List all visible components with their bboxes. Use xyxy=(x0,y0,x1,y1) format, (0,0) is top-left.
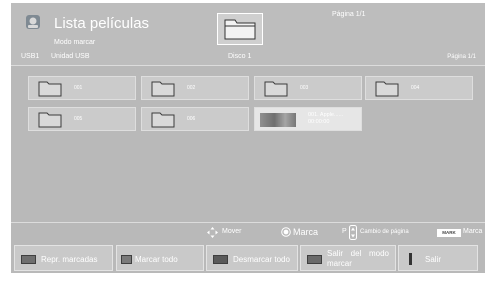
play-marked-button[interactable]: Repr. marcadas xyxy=(14,245,113,271)
mark-all-label: Marcar todo xyxy=(135,255,178,264)
color-key-icon xyxy=(121,255,132,264)
usb-device-id: USB1 xyxy=(21,53,40,60)
folder-label: 006 xyxy=(187,116,196,122)
folder-label: 003 xyxy=(300,85,309,91)
color-key-icon xyxy=(307,255,322,264)
exit-button[interactable]: Salir xyxy=(398,245,478,271)
folder-item-003[interactable]: 003 xyxy=(254,76,362,100)
folder-label: 005 xyxy=(74,116,83,122)
page-up-down-icon xyxy=(349,225,357,240)
unmark-all-button[interactable]: Desmarcar todo xyxy=(206,245,298,271)
hint-mark: Marca xyxy=(293,227,319,237)
video-item-selected[interactable]: 001. Apple...... 00:00:00 xyxy=(254,107,362,131)
movie-list-icon xyxy=(26,15,40,29)
mark-all-button[interactable]: Marcar todo xyxy=(116,245,204,271)
folder-item-006[interactable]: 006 xyxy=(141,107,249,131)
folder-label: 001 xyxy=(74,85,83,91)
unmark-all-label: Desmarcar todo xyxy=(233,255,290,264)
folder-icon xyxy=(151,112,175,128)
dpad-icon xyxy=(207,227,218,238)
button-bar: Repr. marcadas Marcar todo Desmarcar tod… xyxy=(11,244,485,273)
folder-icon xyxy=(38,112,62,128)
folder-item-004[interactable]: 004 xyxy=(365,76,473,100)
hint-bar: Mover Marca P Cambio de página MARK Marc… xyxy=(11,223,485,242)
exit-mark-mode-button[interactable]: Salir del modo marcar xyxy=(300,245,396,271)
exit-icon xyxy=(409,253,412,265)
hint-move: Mover xyxy=(222,228,242,235)
folder-icon xyxy=(375,81,399,97)
hint-page-change: Cambio de página xyxy=(360,229,409,235)
exit-label: Salir xyxy=(425,255,442,264)
play-marked-label: Repr. marcadas xyxy=(41,255,98,264)
page-title: Lista películas xyxy=(54,15,150,32)
folder-label: 002 xyxy=(187,85,196,91)
video-duration: 00:00:00 xyxy=(308,119,330,125)
hint-mark-2: Marca xyxy=(463,228,483,235)
folder-icon xyxy=(264,81,288,97)
current-folder-icon xyxy=(217,13,263,45)
video-name: 001. Apple...... xyxy=(308,112,344,118)
video-title: 001. Apple...... 00:00:00 xyxy=(308,112,343,126)
folder-icon xyxy=(151,81,175,97)
folder-item-005[interactable]: 005 xyxy=(28,107,136,131)
page-indicator-top: Página 1/1 xyxy=(332,11,366,18)
page-key-label: P xyxy=(342,228,347,235)
ok-button-icon xyxy=(281,227,291,237)
folder-label: 004 xyxy=(411,85,420,91)
video-thumbnail xyxy=(260,113,296,127)
folder-item-002[interactable]: 002 xyxy=(141,76,249,100)
folder-item-001[interactable]: 001 xyxy=(28,76,136,100)
header: Lista películas Modo marcar USB1 Unidad … xyxy=(11,3,485,66)
color-key-icon xyxy=(213,255,228,264)
mark-mode-label: Modo marcar xyxy=(54,39,96,46)
header-divider xyxy=(11,65,485,66)
disk-label: Disco 1 xyxy=(228,53,252,60)
usb-device-name: Unidad USB xyxy=(51,53,90,60)
color-key-icon xyxy=(21,255,36,264)
movie-list-screen: Lista películas Modo marcar USB1 Unidad … xyxy=(11,3,485,273)
page-indicator-right: Página 1/1 xyxy=(447,54,476,60)
mark-key-badge: MARK xyxy=(437,229,461,237)
folder-icon xyxy=(38,81,62,97)
exit-mark-mode-label: Salir del modo marcar xyxy=(327,249,389,268)
